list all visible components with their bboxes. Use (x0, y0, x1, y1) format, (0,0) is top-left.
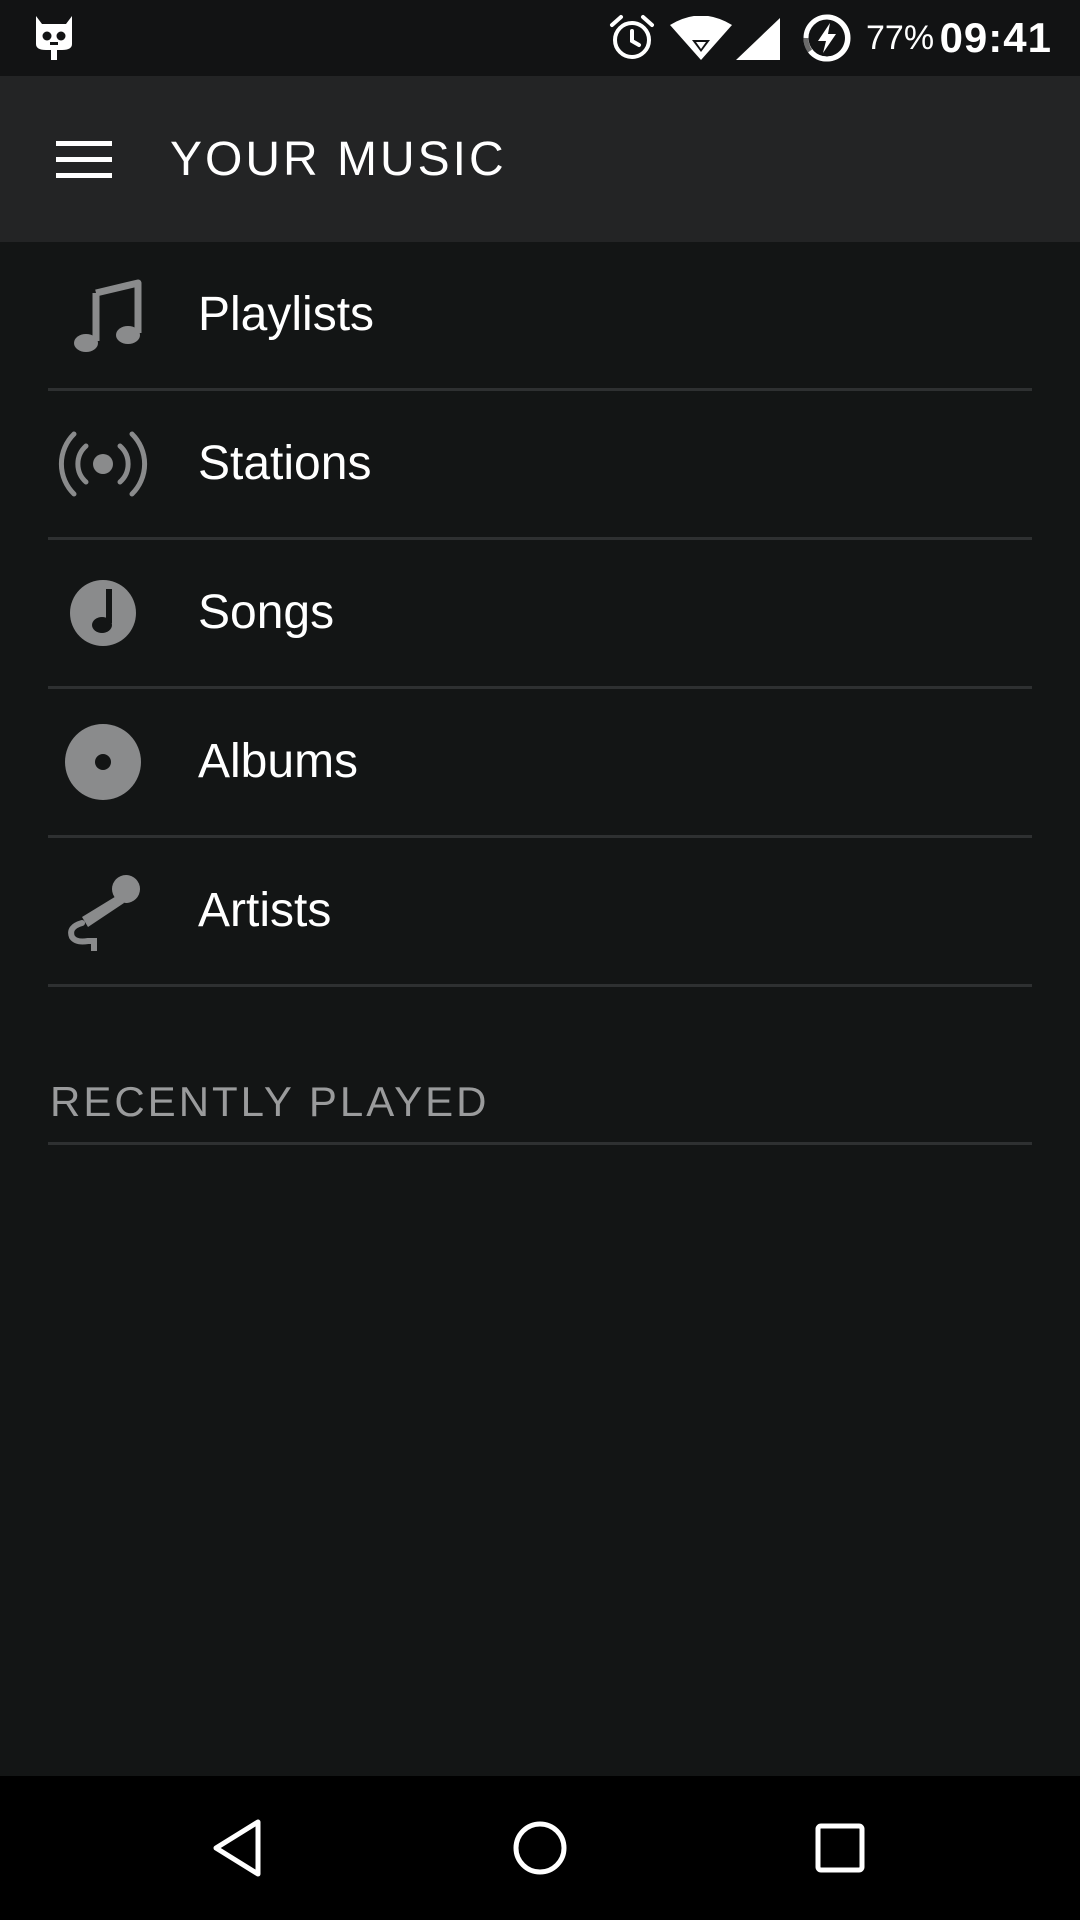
radio-broadcast-icon (58, 431, 148, 497)
section-title: RECENTLY PLAYED (50, 1078, 490, 1125)
nav-item-stations[interactable]: Stations (48, 391, 1032, 540)
app-bar: YOUR MUSIC (0, 76, 1080, 242)
battery-charging-icon (803, 14, 851, 62)
nav-item-artists[interactable]: Artists (48, 838, 1032, 987)
hamburger-menu-icon[interactable] (56, 137, 112, 181)
album-disc-icon (65, 724, 141, 800)
recents-icon[interactable] (808, 1816, 872, 1880)
nav-item-playlists[interactable]: Playlists (48, 242, 1032, 391)
home-icon[interactable] (508, 1816, 572, 1880)
clock-time: 09:41 (939, 14, 1052, 61)
library-nav-list: Playlists Stations Songs Albums Artists (0, 242, 1080, 987)
status-bar: 77% 09:41 (0, 0, 1080, 76)
recently-played-section: RECENTLY PLAYED (48, 1052, 1032, 1145)
alarm-icon (610, 15, 654, 59)
cell-signal-icon (736, 18, 780, 60)
nav-item-albums[interactable]: Albums (48, 689, 1032, 838)
nav-item-label: Playlists (198, 288, 375, 341)
app-notification-icon (36, 16, 72, 60)
page-title: YOUR MUSIC (170, 133, 507, 186)
nav-item-songs[interactable]: Songs (48, 540, 1032, 689)
system-navigation-bar (0, 1776, 1080, 1920)
song-note-icon (70, 580, 136, 646)
nav-item-label: Albums (198, 735, 359, 788)
battery-percentage: 77% (866, 19, 935, 57)
back-icon[interactable] (208, 1816, 272, 1880)
nav-item-label: Songs (198, 586, 335, 639)
wifi-icon (670, 16, 732, 60)
music-note-icon (74, 279, 142, 352)
nav-item-label: Stations (198, 437, 372, 490)
screen: 77% 09:41 YOUR MUSIC Playlists Stations … (0, 0, 1080, 1920)
microphone-icon (68, 875, 140, 951)
nav-item-label: Artists (198, 884, 332, 937)
